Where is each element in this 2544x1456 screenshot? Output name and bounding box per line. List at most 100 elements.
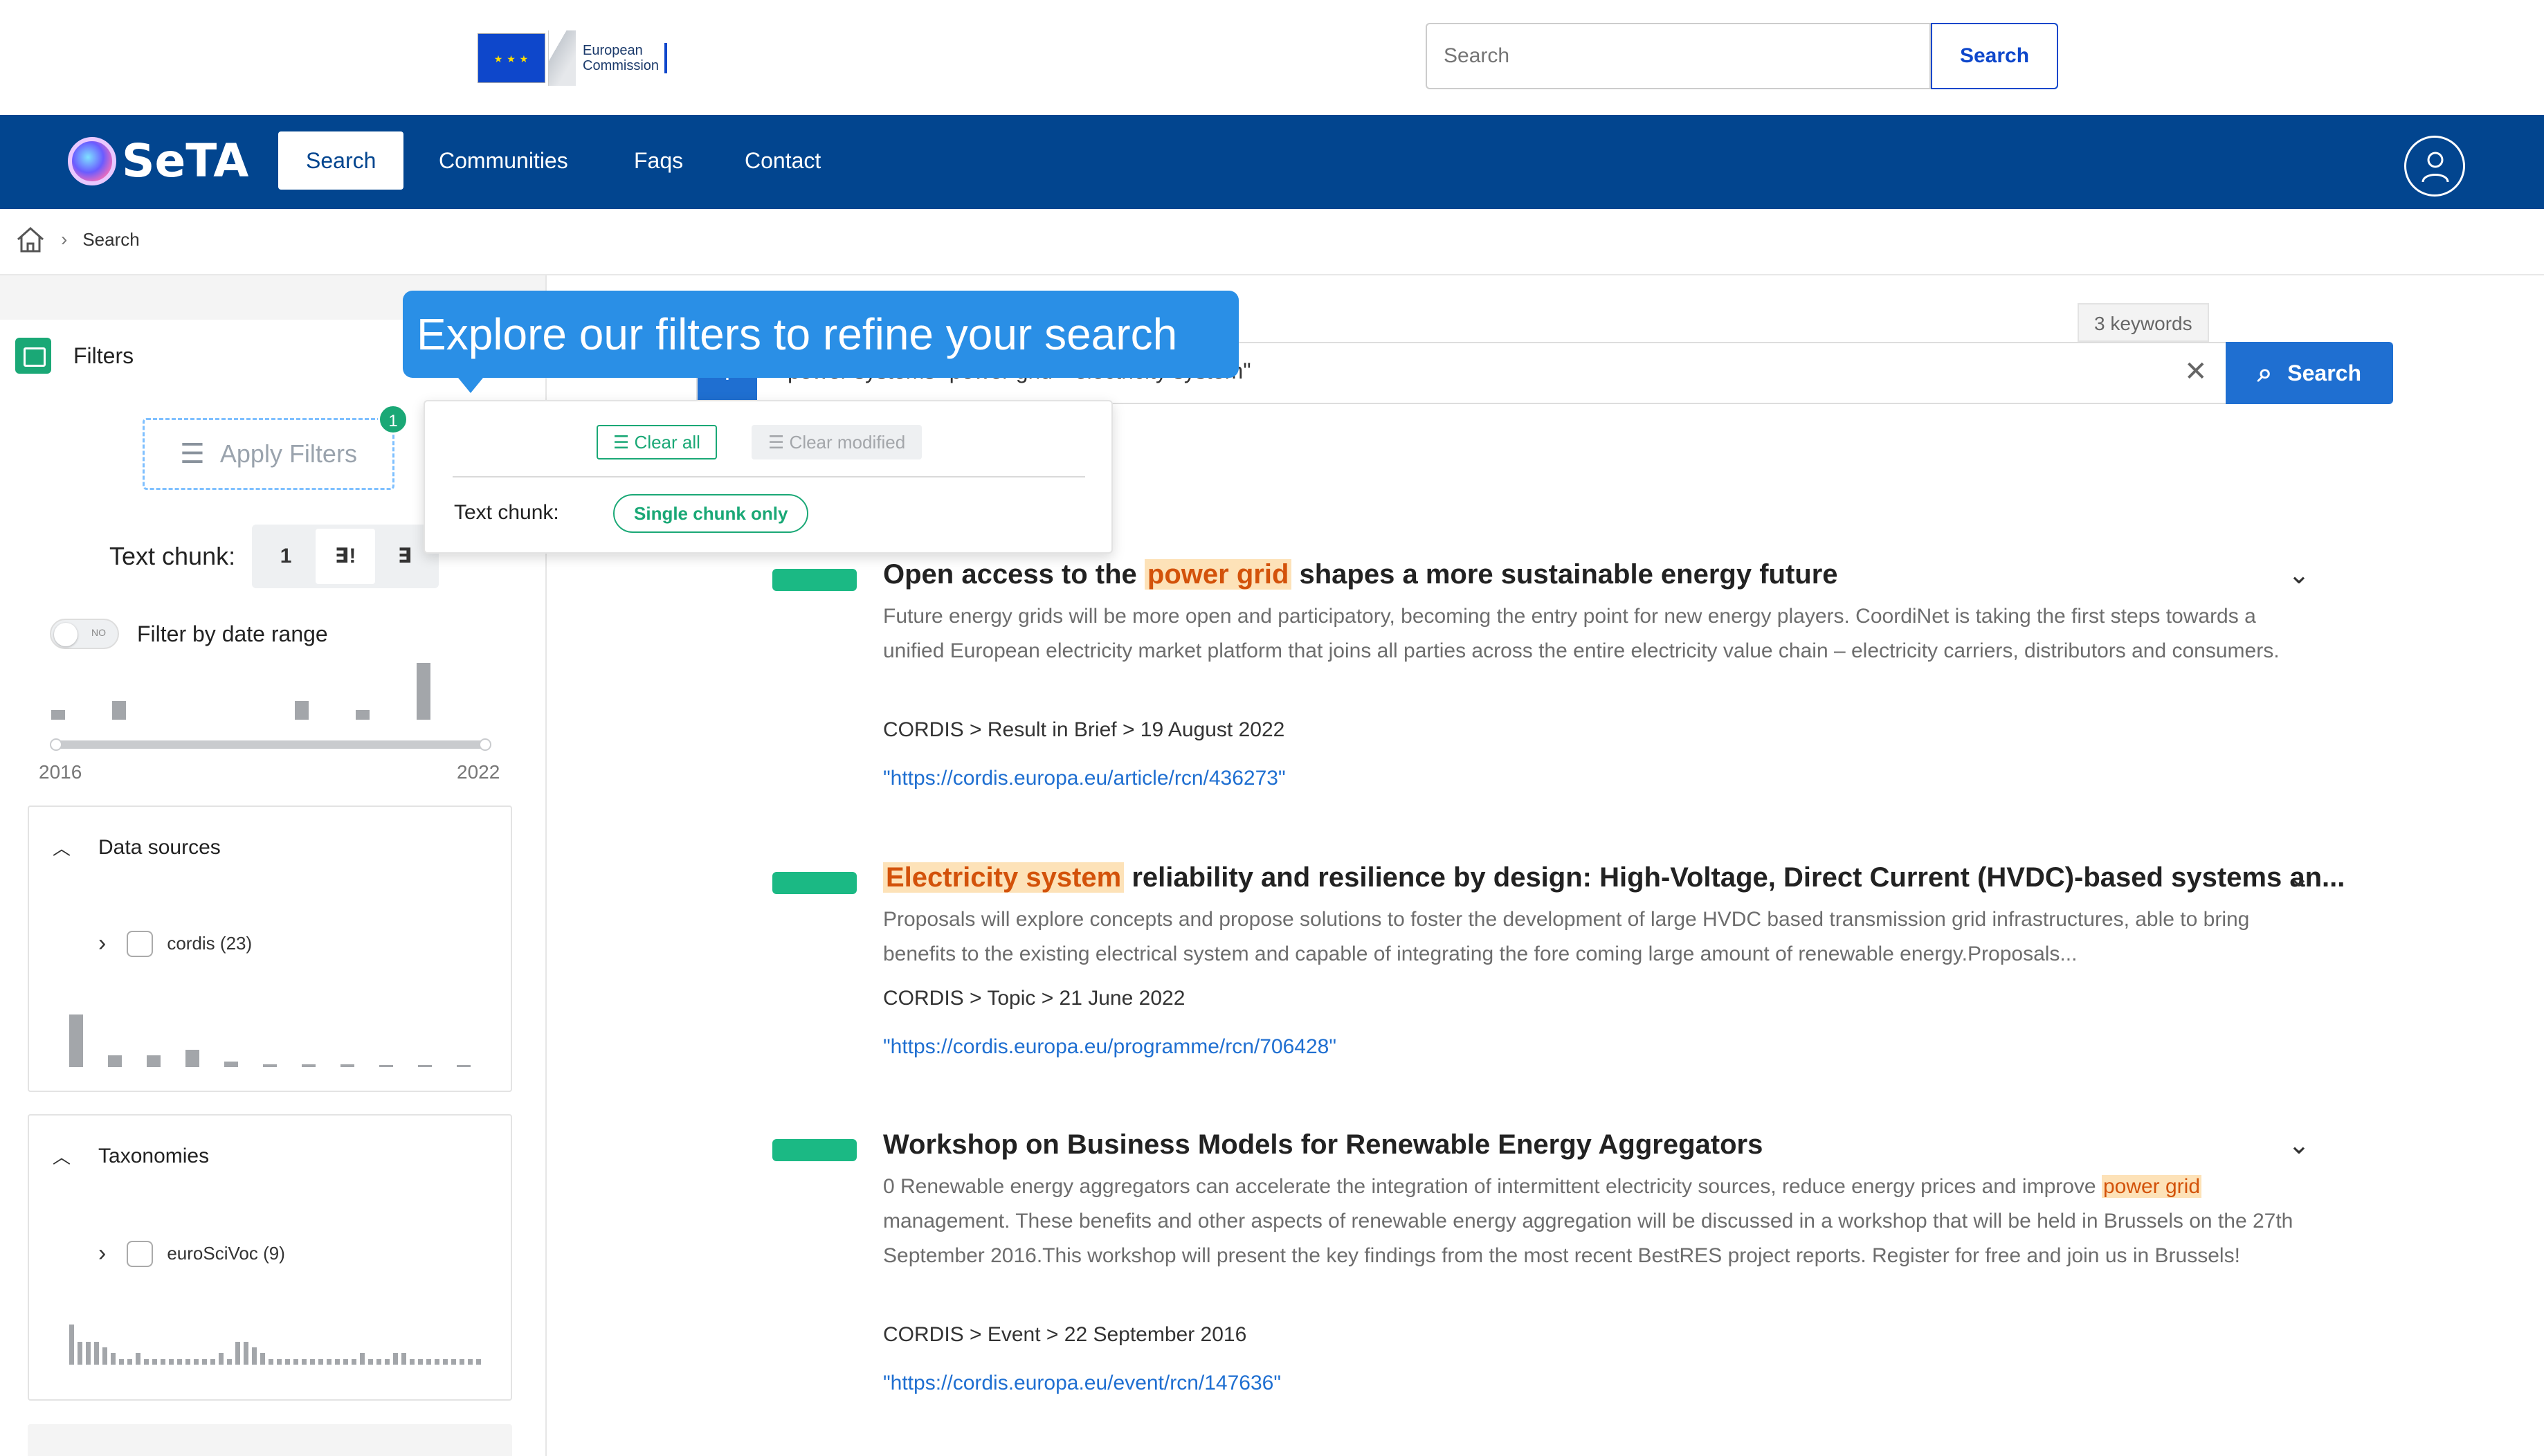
year-max-label: 2022: [457, 761, 500, 783]
histogram-bar: [418, 1358, 423, 1365]
search-icon: ⌕: [2257, 358, 2273, 388]
single-chunk-chip[interactable]: Single chunk only: [613, 494, 809, 533]
histogram-bar: [202, 1358, 207, 1365]
histogram-bar: [177, 1358, 182, 1365]
histogram-bar: [335, 1358, 340, 1365]
popover-text-chunk-label: Text chunk:: [454, 501, 559, 524]
histogram-bar: [269, 1358, 273, 1365]
european-commission-logo[interactable]: ★ ★ ★ European Commission: [478, 30, 668, 86]
filter-search-icon: [15, 338, 51, 374]
relevance-pill: [772, 872, 857, 894]
histogram-bar: [302, 1358, 307, 1365]
year-min-label: 2016: [39, 761, 82, 783]
text-chunk-selector: Text chunk: 1 ∃! ∃: [109, 525, 439, 588]
histogram-bar: [277, 1358, 282, 1365]
histogram-bar: [78, 1341, 82, 1365]
nav-search[interactable]: Search: [278, 131, 404, 190]
slider-handle-end[interactable]: [479, 738, 491, 751]
query-search-button[interactable]: ⌕ Search: [2226, 342, 2393, 404]
nav-faqs[interactable]: Faqs: [606, 131, 711, 190]
chevron-right-icon[interactable]: ›: [98, 1240, 106, 1267]
chevron-up-icon: ︿: [53, 838, 71, 859]
histogram-bar: [119, 1358, 124, 1365]
histogram-bar: [356, 710, 370, 720]
relevance-pill: [772, 1139, 857, 1161]
clear-modified-button[interactable]: ☰ Clear modified: [752, 425, 923, 459]
facet-eurovoc[interactable]: › euroSciVoc (9): [98, 1240, 285, 1267]
apply-filters-button[interactable]: ☰ Apply Filters: [143, 418, 394, 490]
data-sources-toggle[interactable]: ︿ Data sources: [53, 835, 221, 860]
chevron-down-icon[interactable]: ⌄: [2288, 559, 2310, 590]
eurovoc-checkbox[interactable]: [127, 1240, 154, 1267]
histogram-bar: [127, 1358, 132, 1365]
histogram-bar: [112, 700, 126, 720]
histogram-bar: [210, 1358, 215, 1365]
histogram-bar: [285, 1358, 290, 1365]
eu-flag-icon: ★ ★ ★: [478, 33, 545, 83]
histogram-bar: [460, 1358, 464, 1365]
chevron-down-icon[interactable]: ⌄: [2288, 1129, 2310, 1161]
filters-header: Filters: [15, 338, 134, 374]
histogram-bar: [417, 663, 430, 720]
histogram-bar: [468, 1358, 473, 1365]
histogram-bar: [244, 1341, 248, 1365]
top-bar: ★ ★ ★ European Commission Search: [0, 0, 2544, 115]
taxonomies-histogram: [69, 1316, 484, 1365]
relevance-pill: [772, 569, 857, 591]
histogram-bar: [401, 1353, 406, 1365]
cordis-checkbox[interactable]: [127, 930, 154, 957]
histogram-bar: [295, 700, 309, 720]
result-link[interactable]: "https://cordis.europa.eu/article/rcn/43…: [883, 767, 1286, 790]
clear-query-icon[interactable]: ✕: [2184, 356, 2208, 388]
seta-logo[interactable]: SeTA: [68, 134, 248, 188]
ec-building-icon: [548, 30, 576, 86]
histogram-bar: [111, 1353, 116, 1365]
result-title[interactable]: Open access to the power grid shapes a m…: [883, 559, 1838, 590]
histogram-bar: [136, 1353, 140, 1365]
clear-all-button[interactable]: ☰ Clear all: [597, 425, 717, 459]
result-link[interactable]: "https://cordis.europa.eu/programme/rcn/…: [883, 1035, 1336, 1059]
data-sources-histogram: [69, 1005, 484, 1067]
taxonomies-toggle[interactable]: ︿ Taxonomies: [53, 1143, 209, 1169]
top-search-input[interactable]: [1426, 23, 1931, 89]
histogram-bar: [340, 1064, 354, 1067]
nav-contact[interactable]: Contact: [717, 131, 848, 190]
chevron-right-icon[interactable]: ›: [98, 930, 106, 957]
histogram-bar: [108, 1055, 122, 1067]
histogram-bar: [293, 1358, 298, 1365]
histogram-bar: [443, 1358, 448, 1365]
histogram-bar: [147, 1055, 161, 1067]
slider-handle-start[interactable]: [50, 738, 62, 751]
histogram-bar: [263, 1064, 277, 1067]
ec-logo-text: European Commission: [583, 43, 668, 73]
histogram-bar: [310, 1358, 315, 1365]
chunk-option-one[interactable]: 1: [256, 529, 316, 584]
tour-tooltip: Explore our filters to refine your searc…: [403, 291, 1239, 393]
histogram-bar: [69, 1014, 83, 1067]
date-range-slider[interactable]: [50, 738, 491, 751]
histogram-bar: [410, 1358, 415, 1365]
result-snippet: 0 Renewable energy aggregators can accel…: [883, 1175, 2293, 1267]
globe-icon: [68, 136, 116, 185]
result-title[interactable]: Workshop on Business Models for Renewabl…: [883, 1129, 1763, 1161]
nav-communities[interactable]: Communities: [411, 131, 596, 190]
histogram-bar: [144, 1358, 149, 1365]
chevron-down-icon[interactable]: ⌄: [2288, 862, 2310, 893]
result-link[interactable]: "https://cordis.europa.eu/event/rcn/1476…: [883, 1372, 1281, 1395]
keywords-count-tag: 3 keywords: [2078, 303, 2209, 342]
breadcrumb: › Search: [15, 226, 140, 253]
facet-cordis[interactable]: › cordis (23): [98, 930, 252, 957]
top-search-button[interactable]: Search: [1931, 23, 2058, 89]
user-account-button[interactable]: [2404, 136, 2465, 197]
user-icon: [2422, 152, 2449, 183]
chevron-up-icon: ︿: [53, 1147, 71, 1167]
result-item: Electricity system reliability and resil…: [772, 862, 2345, 1084]
histogram-bar: [327, 1358, 331, 1365]
chunk-option-unique[interactable]: ∃!: [316, 529, 376, 584]
result-title[interactable]: Electricity system reliability and resil…: [883, 862, 2345, 893]
histogram-bar: [252, 1347, 257, 1365]
histogram-bar: [368, 1358, 373, 1365]
histogram-bar: [352, 1358, 356, 1365]
histogram-bar: [169, 1358, 174, 1365]
home-icon[interactable]: [15, 226, 46, 253]
